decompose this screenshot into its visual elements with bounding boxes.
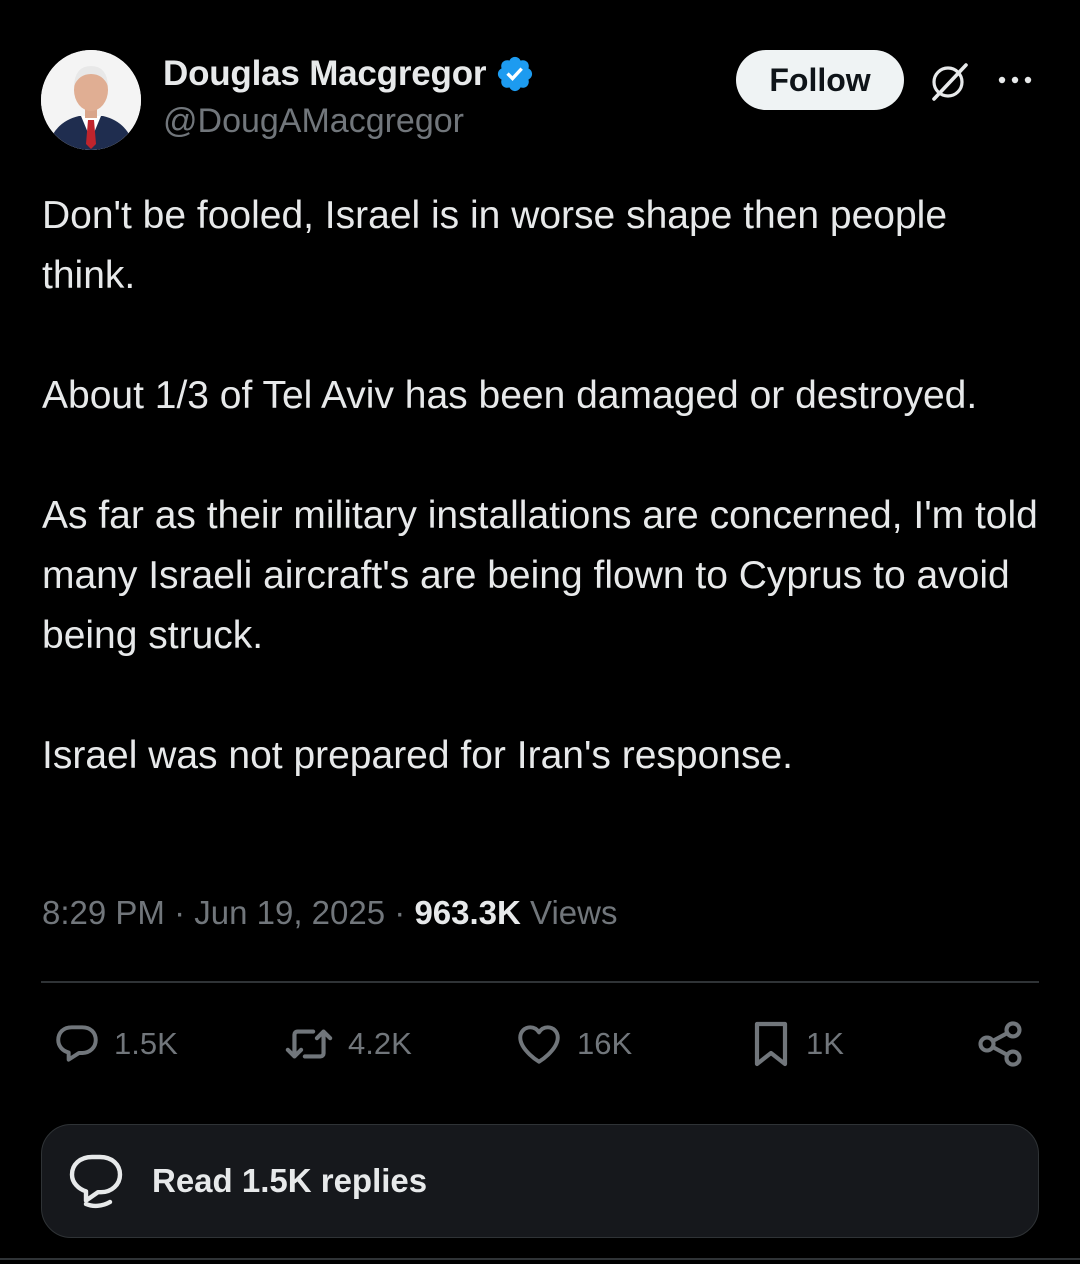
bookmark-icon	[754, 1021, 788, 1067]
post-time[interactable]: 8:29 PM	[42, 894, 165, 931]
divider	[41, 981, 1039, 983]
post-paragraph: Israel was not prepared for Iran's respo…	[42, 734, 793, 777]
meta-separator: ·	[394, 894, 415, 931]
read-replies-button[interactable]: Read 1.5K replies	[41, 1124, 1039, 1238]
more-dots-icon[interactable]	[995, 64, 1035, 96]
author-name[interactable]: Douglas Macgregor	[163, 54, 487, 94]
post-paragraph: As far as their military installations a…	[42, 494, 1038, 657]
post-meta: 8:29 PM · Jun 19, 2025 · 963.3K Views	[42, 894, 617, 932]
follow-button[interactable]: Follow	[736, 50, 904, 110]
post-text: Don't be fooled, Israel is in worse shap…	[42, 186, 1042, 786]
like-count: 16K	[577, 1026, 633, 1061]
post-date[interactable]: Jun 19, 2025	[194, 894, 385, 931]
bookmark-count: 1K	[806, 1026, 844, 1061]
meta-separator: ·	[174, 894, 195, 931]
reply-button[interactable]: 1.5K	[52, 1016, 178, 1072]
bookmark-button[interactable]: 1K	[748, 1016, 844, 1072]
reply-icon	[56, 1025, 98, 1062]
heart-icon	[518, 1025, 560, 1064]
bottom-divider	[0, 1258, 1080, 1260]
repost-icon	[285, 1029, 333, 1059]
views-label: Views	[530, 894, 618, 931]
post-paragraph: About 1/3 of Tel Aviv has been damaged o…	[42, 374, 978, 417]
read-replies-label: Read 1.5K replies	[152, 1162, 428, 1199]
repost-count: 4.2K	[348, 1026, 412, 1061]
share-icon	[978, 1021, 1022, 1067]
replies-bubble-icon	[69, 1154, 123, 1209]
views-count[interactable]: 963.3K	[414, 894, 520, 931]
avatar[interactable]	[41, 50, 141, 150]
reply-count: 1.5K	[114, 1026, 178, 1061]
post-paragraph: Don't be fooled, Israel is in worse shap…	[42, 194, 948, 297]
share-button[interactable]	[974, 1016, 1026, 1072]
author-name-row[interactable]: Douglas Macgregor	[163, 54, 535, 94]
repost-button[interactable]: 4.2K	[282, 1016, 412, 1072]
like-button[interactable]: 16K	[513, 1016, 632, 1072]
author-handle[interactable]: @DougAMacgregor	[163, 102, 464, 141]
verified-badge-icon	[498, 56, 533, 92]
grok-icon[interactable]	[926, 58, 972, 104]
